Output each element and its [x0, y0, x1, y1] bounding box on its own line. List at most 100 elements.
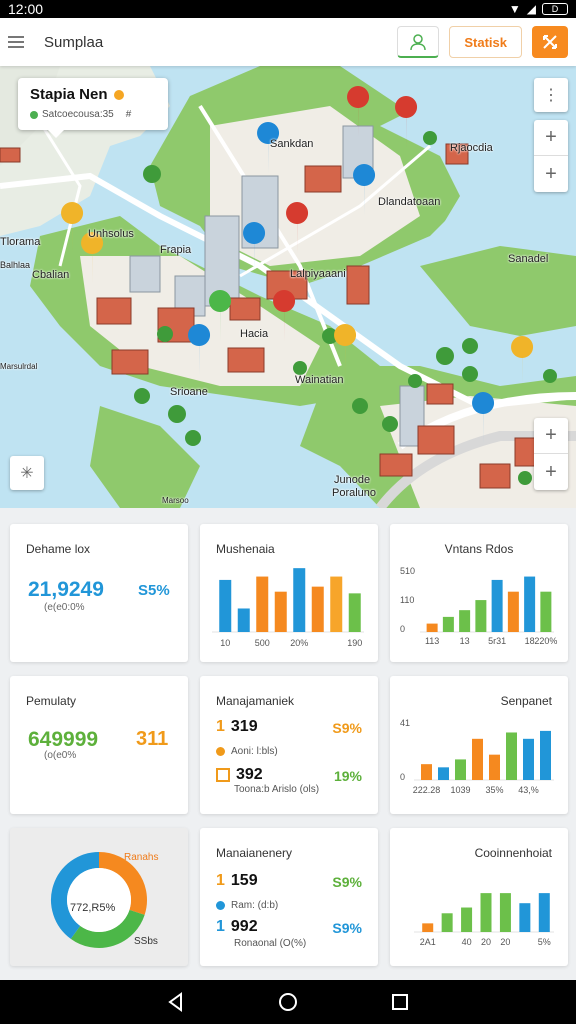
- stat-card-4[interactable]: Pemulaty 649999 311 (o(e0%: [10, 676, 188, 814]
- card-sub: (o(e0%: [44, 750, 77, 761]
- chart-bar: [274, 591, 287, 632]
- chart-bar: [461, 907, 473, 932]
- chart-tick-label: 43,%: [518, 785, 539, 795]
- chart-tick-label: 5%: [538, 937, 551, 947]
- signal-icon: ◢: [526, 2, 536, 16]
- chart-ytick-label: 510: [400, 566, 415, 576]
- chart-bar: [475, 600, 487, 632]
- donut-label-top: Ranahs: [124, 852, 159, 863]
- card-value: 21,9249: [28, 578, 104, 601]
- bar-chart: 222.28 1039 35% 43,% 41 0: [400, 718, 554, 795]
- chart-card-9[interactable]: Cooinnenhoiat 2A1 40 20 20 5%: [390, 828, 568, 966]
- square-icon: [216, 768, 230, 782]
- chart-card-3[interactable]: Vntans Rdos 113 13 5r31 18 220% 510 110 0: [390, 524, 568, 662]
- card-row-1: 1 159: [216, 872, 258, 889]
- stat-card-1[interactable]: Dehame lox 21,9249 S5% (e(e0:0%: [10, 524, 188, 662]
- statistics-button[interactable]: Statisk: [449, 26, 522, 58]
- recents-icon[interactable]: [390, 992, 410, 1012]
- card-row-2-percent: 19%: [333, 768, 362, 784]
- chart-bar: [442, 616, 454, 632]
- chart-bar: [519, 903, 531, 932]
- map-label: Tlorama: [0, 236, 41, 248]
- donut-chart: [51, 852, 147, 948]
- compass-icon: ✳: [20, 465, 34, 482]
- card-row-1: 1 319: [216, 718, 258, 735]
- card-row-1-sub: Aoni: l:bls): [216, 746, 278, 757]
- orange-dot-icon: [216, 747, 225, 756]
- card-row-2-sub: Ronaonal (O(%): [234, 938, 307, 949]
- chart-bar: [293, 568, 306, 632]
- donut-card[interactable]: Ranahs 772,R5% SSbs: [10, 828, 188, 966]
- menu-icon[interactable]: [8, 36, 24, 48]
- back-icon[interactable]: [166, 992, 186, 1012]
- zoom-control-top[interactable]: + +: [534, 120, 568, 192]
- card-row-1-sub: Ram: (d:b): [216, 900, 278, 911]
- bar-chart: 2A1 40 20 20 5%: [414, 893, 554, 947]
- chart-tick-label: 500: [255, 638, 270, 648]
- more-options-button[interactable]: ⋮: [534, 78, 568, 112]
- chart-bar: [311, 586, 324, 632]
- card-row-2-sub: Toona:b Arislo (ols): [234, 784, 320, 795]
- chart-bar: [507, 591, 519, 632]
- user-button[interactable]: [397, 26, 440, 58]
- card-title: Pemulaty: [26, 694, 77, 708]
- app-bar: Sumplaa Statisk: [0, 18, 576, 66]
- chart-bar: [441, 913, 453, 932]
- card-row-2-percent: S9%: [332, 920, 362, 936]
- chart-tick-label: 2A1: [420, 937, 436, 947]
- map-label: Frapia: [160, 244, 192, 256]
- card-row-2: 1 992: [216, 918, 258, 935]
- app-title: Sumplaa: [44, 33, 104, 51]
- zoom-in-icon[interactable]: +: [534, 454, 568, 490]
- chart-bar: [506, 732, 517, 780]
- chart-bar: [455, 759, 466, 780]
- place-sub: Satcoecousa:35 #: [30, 109, 156, 120]
- chart-card-2[interactable]: Mushenaia 10 500 20% 190: [200, 524, 378, 662]
- stat-card-5[interactable]: Manajamaniek 1 319 S9% Aoni: l:bls) 392 1…: [200, 676, 378, 814]
- chart-tick-label: 222.28: [413, 785, 441, 795]
- user-icon: [410, 33, 427, 50]
- map-view[interactable]: Stapia Nen Satcoecousa:35 # Sankdan Unhso…: [0, 66, 576, 508]
- place-location-icon: [30, 110, 38, 119]
- place-status-icon: [113, 89, 124, 100]
- locate-button[interactable]: ✳: [10, 456, 44, 490]
- chart-bar: [219, 579, 232, 632]
- chart-bar: [524, 576, 536, 632]
- donut-label-bottom: SSbs: [134, 936, 158, 947]
- card-sub: (e(e0:0%: [44, 602, 85, 613]
- map-base: [0, 66, 576, 508]
- map-label: Marsoo: [162, 496, 189, 505]
- map-label: Cbalian: [32, 269, 70, 281]
- home-icon[interactable]: [278, 992, 298, 1012]
- map-label: Srioane: [170, 386, 208, 398]
- chart-bar: [540, 730, 551, 780]
- chart-bar: [540, 591, 552, 632]
- zoom-control-bottom[interactable]: + +: [534, 418, 568, 490]
- zoom-in-icon[interactable]: +: [534, 418, 568, 454]
- more-vertical-icon: ⋮: [543, 87, 559, 104]
- chart-tick-label: 10: [220, 638, 230, 648]
- tools-button[interactable]: [532, 26, 568, 58]
- chart-ytick-label: 0: [400, 772, 405, 782]
- card-value-secondary: 311: [136, 728, 169, 750]
- wifi-icon: ▼: [508, 2, 521, 16]
- place-info-card[interactable]: Stapia Nen Satcoecousa:35 #: [18, 78, 168, 138]
- chart-bar: [422, 923, 434, 932]
- chart-card-6[interactable]: Senpanet 222.28 1039 35% 43,% 41 0: [390, 676, 568, 814]
- chart-bar: [472, 738, 483, 780]
- zoom-in-icon[interactable]: +: [534, 120, 568, 156]
- chart-tick-label: 20: [500, 937, 510, 947]
- map-label: Dlandatoaan: [378, 196, 441, 208]
- battery-icon: D: [542, 3, 568, 15]
- place-name: Stapia Nen: [30, 86, 156, 103]
- status-time: 12:00: [8, 1, 44, 17]
- chart-tick-label: 35%: [485, 785, 503, 795]
- map-label: Junode: [334, 474, 371, 486]
- chart-tick-label: 20: [481, 937, 491, 947]
- zoom-in-icon[interactable]: +: [534, 156, 568, 192]
- map-label: Sanadel: [508, 253, 549, 265]
- chart-tick-label: 18: [525, 636, 535, 646]
- stat-card-8[interactable]: Manaianenery 1 159 S9% Ram: (d:b) 1 992 S9…: [200, 828, 378, 966]
- chart-bar: [499, 893, 511, 932]
- chart-bar: [348, 593, 361, 632]
